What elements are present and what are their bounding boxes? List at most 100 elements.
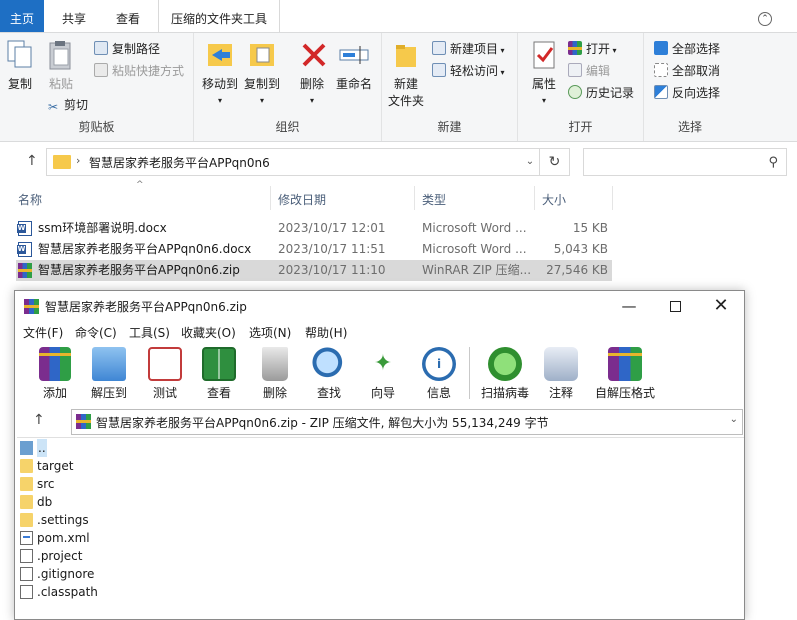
tab-home[interactable]: 主页 (0, 0, 44, 32)
folder-icon (20, 495, 33, 509)
file-name: ssm环境部署说明.docx (38, 221, 167, 235)
menu-help[interactable]: 帮助(H) (305, 324, 347, 341)
select-none-button[interactable]: 全部取消 (654, 61, 720, 81)
address-bar[interactable]: › 智慧居家养老服务平台APPqn0n6 (46, 148, 540, 176)
new-item-button[interactable]: 新建项目 ▾ (432, 39, 505, 59)
sfx-label: 自解压格式 (594, 386, 655, 400)
refresh-button[interactable]: ↻ (540, 148, 570, 176)
test-label: 测试 (152, 386, 177, 400)
copy-path-button[interactable]: 复制路径 (94, 39, 160, 59)
menu-file[interactable]: 文件(F) (23, 324, 63, 341)
rename-button[interactable]: 重命名 (334, 39, 374, 92)
scan-virus-button[interactable]: 扫描病毒 (477, 347, 533, 401)
column-header-size[interactable]: 大小 (542, 190, 566, 210)
menu-options[interactable]: 选项(N) (249, 324, 291, 341)
trash-icon (262, 347, 288, 381)
invert-selection-button[interactable]: 反向选择 (654, 83, 720, 103)
tab-compressed-folder-tools[interactable]: 压缩的文件夹工具 (158, 0, 280, 32)
add-label: 添加 (42, 386, 67, 400)
item-name: .. (37, 439, 47, 457)
comment-button[interactable]: 注释 (533, 347, 589, 401)
delete-archive-button[interactable]: 删除 (247, 347, 303, 401)
history-button[interactable]: 历史记录 (568, 83, 634, 103)
column-header-name[interactable]: 名称 (18, 190, 42, 210)
open-group-label: 打开 (568, 120, 593, 134)
copy-to-button[interactable]: 复制到 ▾ (242, 39, 282, 106)
paste-shortcut-button[interactable]: 粘贴快捷方式 (94, 61, 184, 81)
column-separator[interactable] (534, 186, 535, 210)
invert-selection-label: 反向选择 (672, 86, 721, 100)
tab-share[interactable]: 共享 (52, 0, 96, 32)
test-button[interactable]: 测试 (137, 347, 193, 401)
breadcrumb-chevron-icon[interactable]: › (76, 154, 80, 167)
move-to-button[interactable]: 移动到 ▾ (200, 39, 240, 106)
archive-path-text: 智慧居家养老服务平台APPqn0n6.zip - ZIP 压缩文件, 解包大小为… (96, 416, 549, 430)
chevron-down-icon[interactable]: ⌄ (730, 414, 738, 425)
easy-access-button[interactable]: 轻松访问 ▾ (432, 61, 505, 81)
menu-commands[interactable]: 命令(C) (75, 324, 117, 341)
file-type: Microsoft Word ... (422, 221, 527, 235)
properties-button[interactable]: 属性 ▾ (526, 39, 562, 106)
ribbon-collapse-chevron-icon[interactable]: ⌃ (758, 12, 772, 26)
tab-view[interactable]: 查看 (106, 0, 150, 32)
open-button[interactable]: 打开 ▾ (568, 39, 617, 59)
wizard-label: 向导 (370, 386, 395, 400)
up-arrow-icon[interactable]: ↑ (33, 412, 45, 428)
file-name: 智慧居家养老服务平台APPqn0n6.docx (38, 242, 252, 256)
add-archive-icon (39, 347, 71, 381)
archive-path-dropdown[interactable]: 智慧居家养老服务平台APPqn0n6.zip - ZIP 压缩文件, 解包大小为… (71, 409, 743, 435)
organize-group-label: 组织 (275, 120, 300, 134)
file-size: 27,546 KB (546, 263, 608, 277)
column-separator[interactable] (414, 186, 415, 210)
find-button[interactable]: 查找 (301, 347, 357, 401)
new-folder-icon (390, 39, 422, 71)
minimize-button[interactable]: — (606, 291, 652, 321)
info-label: 信息 (426, 386, 451, 400)
info-button[interactable]: i 信息 (411, 347, 467, 401)
cut-button[interactable]: ✂ 剪切 (46, 95, 88, 115)
file-row-selected[interactable]: 智慧居家养老服务平台APPqn0n6.zip 2023/10/17 11:10 … (16, 260, 612, 281)
column-separator[interactable] (612, 186, 613, 210)
file-row[interactable]: ssm环境部署说明.docx 2023/10/17 12:01 Microsof… (16, 218, 612, 239)
column-separator[interactable] (270, 186, 271, 210)
close-button[interactable]: ✕ (698, 291, 744, 321)
move-to-label: 移动到 (201, 77, 238, 91)
extract-to-button[interactable]: 解压到 (81, 347, 137, 401)
magnifier-icon (312, 347, 346, 381)
edit-button[interactable]: 编辑 (568, 61, 610, 81)
xml-file-icon (20, 531, 33, 545)
delete-button[interactable]: 删除 ▾ (298, 39, 326, 106)
file-date: 2023/10/17 11:51 (278, 242, 386, 256)
wizard-button[interactable]: ✦ 向导 (355, 347, 411, 401)
winrar-title-bar[interactable]: 智慧居家养老服务平台APPqn0n6.zip — ✕ (15, 291, 744, 321)
maximize-button[interactable] (652, 291, 698, 321)
paste-button[interactable]: 粘贴 (45, 39, 77, 92)
copy-to-label: 复制到 (243, 77, 280, 91)
select-all-button[interactable]: 全部选择 (654, 39, 720, 59)
address-dropdown-icon[interactable]: ⌄ (520, 148, 540, 176)
extract-to-label: 解压到 (90, 386, 127, 400)
select-group-label: 选择 (677, 120, 702, 134)
winrar-app-icon (24, 299, 39, 314)
file-icon (20, 567, 33, 581)
delete-label: 删除 (299, 77, 324, 91)
sfx-button[interactable]: 自解压格式 (593, 347, 657, 401)
item-name: .settings (37, 513, 89, 527)
menu-favorites[interactable]: 收藏夹(O) (181, 324, 236, 341)
copy-button[interactable]: 复制 (4, 39, 36, 92)
item-name: pom.xml (37, 531, 90, 545)
word-icon (17, 221, 32, 236)
column-header-type[interactable]: 类型 (422, 190, 446, 210)
file-type: Microsoft Word ... (422, 242, 527, 256)
new-folder-button[interactable]: 新建 文件夹 (388, 39, 424, 109)
menu-tools[interactable]: 工具(S) (129, 324, 170, 341)
up-arrow-icon[interactable]: ↑ (26, 153, 40, 171)
view-button[interactable]: 查看 (191, 347, 247, 401)
item-name: .project (37, 549, 83, 563)
add-button[interactable]: 添加 (27, 347, 83, 401)
scan-virus-label: 扫描病毒 (480, 386, 529, 400)
search-input[interactable]: ⚲ (583, 148, 787, 176)
file-row[interactable]: 智慧居家养老服务平台APPqn0n6.docx 2023/10/17 11:51… (16, 239, 612, 260)
column-header-date[interactable]: 修改日期 (278, 190, 326, 210)
archive-file-list[interactable]: .. target src db .settings pom.xml .proj… (17, 437, 744, 620)
